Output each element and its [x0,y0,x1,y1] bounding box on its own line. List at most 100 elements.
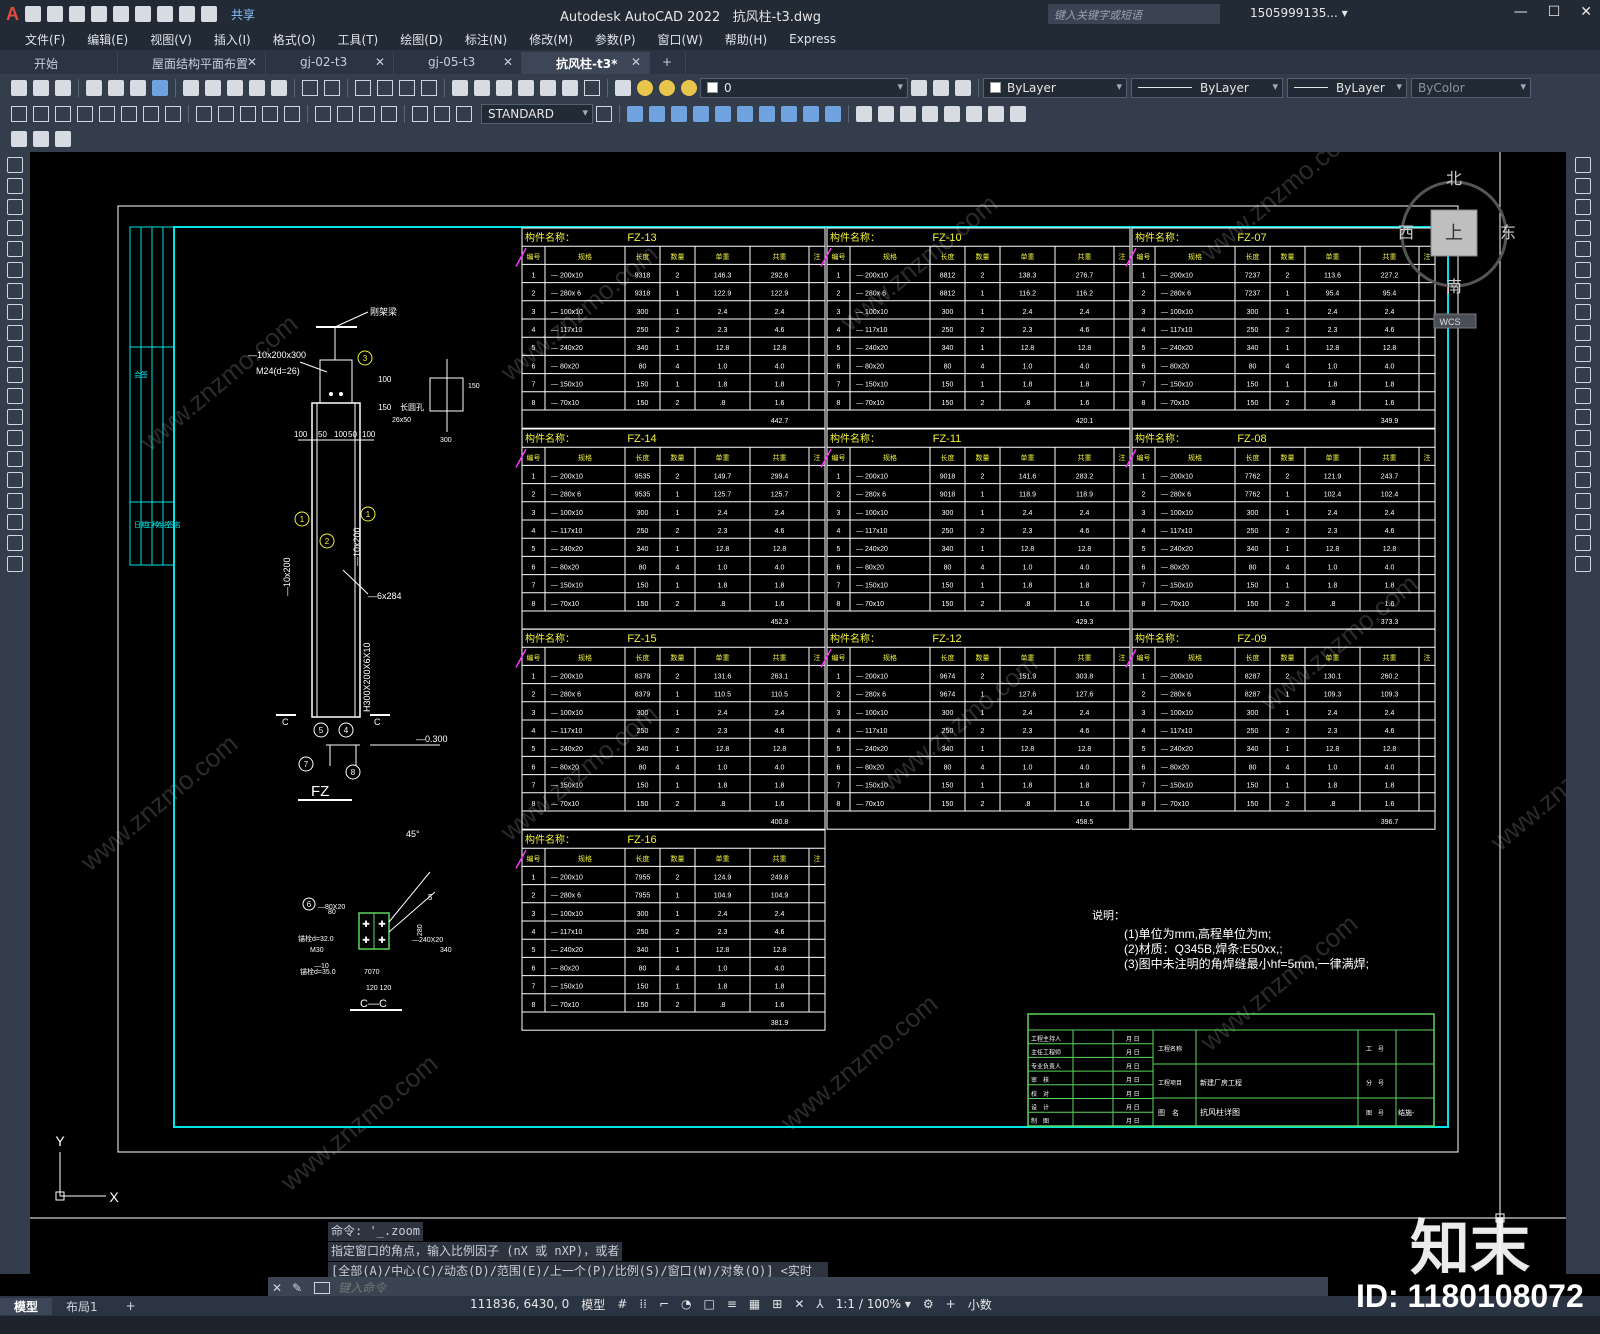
ortho-icon[interactable]: ⌐ [659,1297,669,1311]
view-bottom-icon[interactable] [737,106,753,122]
pan-icon[interactable] [355,80,371,96]
draw-tool-icon-4[interactable] [7,241,23,257]
wireframe-icon[interactable] [944,106,960,122]
zoom-previous-icon[interactable] [421,80,437,96]
dim-space-icon[interactable] [262,106,278,122]
transparency-icon[interactable]: ▦ [749,1297,760,1311]
drawing-canvas[interactable]: www.znzmo.com www.znzmo.com www.znzmo.com w… [30,152,1566,1274]
menu-item-0[interactable]: 文件(F) [14,31,76,48]
menu-item-3[interactable]: 插入(I) [203,31,262,48]
close-icon[interactable]: ✕ [1580,4,1592,20]
draw-tool-icon-16[interactable] [7,493,23,509]
view-left-icon[interactable] [671,106,687,122]
close-command-icon[interactable]: ✕ [272,1281,282,1295]
draw-tool-icon-10[interactable] [7,367,23,383]
layer-dropdown[interactable]: 0 [700,78,908,98]
jogged-dim-icon[interactable] [121,106,137,122]
dim-style-icon[interactable] [596,106,612,122]
view-front-icon[interactable] [627,106,643,122]
inspection-icon[interactable] [359,106,375,122]
file-tab-3[interactable]: gj-05-t3 ✕ [394,52,522,74]
file-tab-0[interactable]: 开始 [0,52,118,74]
visual-style-icon[interactable] [856,106,872,122]
sheet-set-icon[interactable] [518,80,534,96]
save-icon[interactable] [55,80,71,96]
conceptual-icon[interactable] [922,106,938,122]
plus-icon[interactable]: + [946,1297,956,1311]
model-space-button[interactable]: 模型 [581,1296,605,1313]
maximize-icon[interactable]: ☐ [1548,4,1561,20]
grid-icon[interactable]: # [617,1297,627,1311]
cut-icon[interactable] [183,80,199,96]
draw-tool-icon-18[interactable] [7,535,23,551]
help-search-input[interactable]: 键入关键字或短语 [1048,4,1220,24]
close-tab-icon[interactable]: ✕ [247,55,257,69]
angular-dim-icon[interactable] [165,106,181,122]
baseline-dim-icon[interactable] [218,106,234,122]
save-icon[interactable] [69,6,85,22]
new-tab-button[interactable]: + [650,52,686,74]
lineweight-dropdown[interactable]: ByLayer [1287,78,1407,98]
copy-icon[interactable] [205,80,221,96]
continue-dim-icon[interactable] [240,106,256,122]
modify-tool-icon-0[interactable] [1575,157,1591,173]
open-icon[interactable] [33,80,49,96]
publish-icon[interactable] [130,80,146,96]
menu-item-5[interactable]: 工具(T) [327,31,390,48]
quick-dim-icon[interactable] [196,106,212,122]
paste-icon[interactable] [227,80,243,96]
modify-tool-icon-19[interactable] [1575,556,1591,572]
jogged-linear-icon[interactable] [381,106,397,122]
redo-icon[interactable] [201,6,217,22]
view-iso-icon[interactable] [759,106,775,122]
modify-tool-icon-3[interactable] [1575,220,1591,236]
menu-item-1[interactable]: 编辑(E) [76,31,139,48]
modify-tool-icon-15[interactable] [1575,472,1591,488]
draw-tool-icon-9[interactable] [7,346,23,362]
layout-tab-layout1[interactable]: 布局1 [52,1298,112,1315]
linetype-dropdown[interactable]: ByLayer [1131,78,1283,98]
draw-tool-icon-14[interactable] [7,451,23,467]
close-tab-icon[interactable]: ✕ [631,55,641,69]
preview-icon[interactable] [108,80,124,96]
hidden-icon[interactable] [966,106,982,122]
block-editor-icon[interactable] [271,80,287,96]
web-icon[interactable] [152,80,168,96]
plot-icon[interactable] [86,80,102,96]
plotstyle-dropdown[interactable]: ByColor [1411,78,1531,98]
menu-item-11[interactable]: 帮助(H) [714,31,778,48]
tool-palettes-icon[interactable] [496,80,512,96]
center-mark-icon[interactable] [337,106,353,122]
draw-tool-icon-17[interactable] [7,514,23,530]
open-file-icon[interactable] [47,6,63,22]
ordinate-dim-icon[interactable] [77,106,93,122]
shaded-icon[interactable] [878,106,894,122]
xray-icon[interactable] [988,106,1004,122]
add-layout-button[interactable]: + [112,1299,150,1313]
close-tab-icon[interactable]: ✕ [503,55,513,69]
draw-tool-icon-15[interactable] [7,472,23,488]
draw-tool-icon-11[interactable] [7,388,23,404]
view-top-icon[interactable] [715,106,731,122]
quickcalc-icon[interactable] [562,80,578,96]
draw-tool-icon-12[interactable] [7,409,23,425]
save-web-icon[interactable] [135,6,151,22]
modify-tool-icon-18[interactable] [1575,535,1591,551]
save-as-icon[interactable] [91,6,107,22]
open-web-icon[interactable] [113,6,129,22]
menu-item-12[interactable]: Express [778,32,847,46]
new-file-icon[interactable] [25,6,41,22]
draw-tool-icon-6[interactable] [7,283,23,299]
layer-previous-icon[interactable] [933,80,949,96]
draw-tool-icon-19[interactable] [7,556,23,572]
layer-freeze-icon[interactable] [659,80,675,96]
view-back-icon[interactable] [649,106,665,122]
draw-tool-icon-2[interactable] [7,199,23,215]
dim-break-icon[interactable] [284,106,300,122]
markup-icon[interactable] [540,80,556,96]
layer-states-icon[interactable] [955,80,971,96]
draw-tool-icon-1[interactable] [7,178,23,194]
customize-icon[interactable]: ✎ [292,1281,302,1295]
draw-tool-icon-3[interactable] [7,220,23,236]
view-right-icon[interactable] [693,106,709,122]
